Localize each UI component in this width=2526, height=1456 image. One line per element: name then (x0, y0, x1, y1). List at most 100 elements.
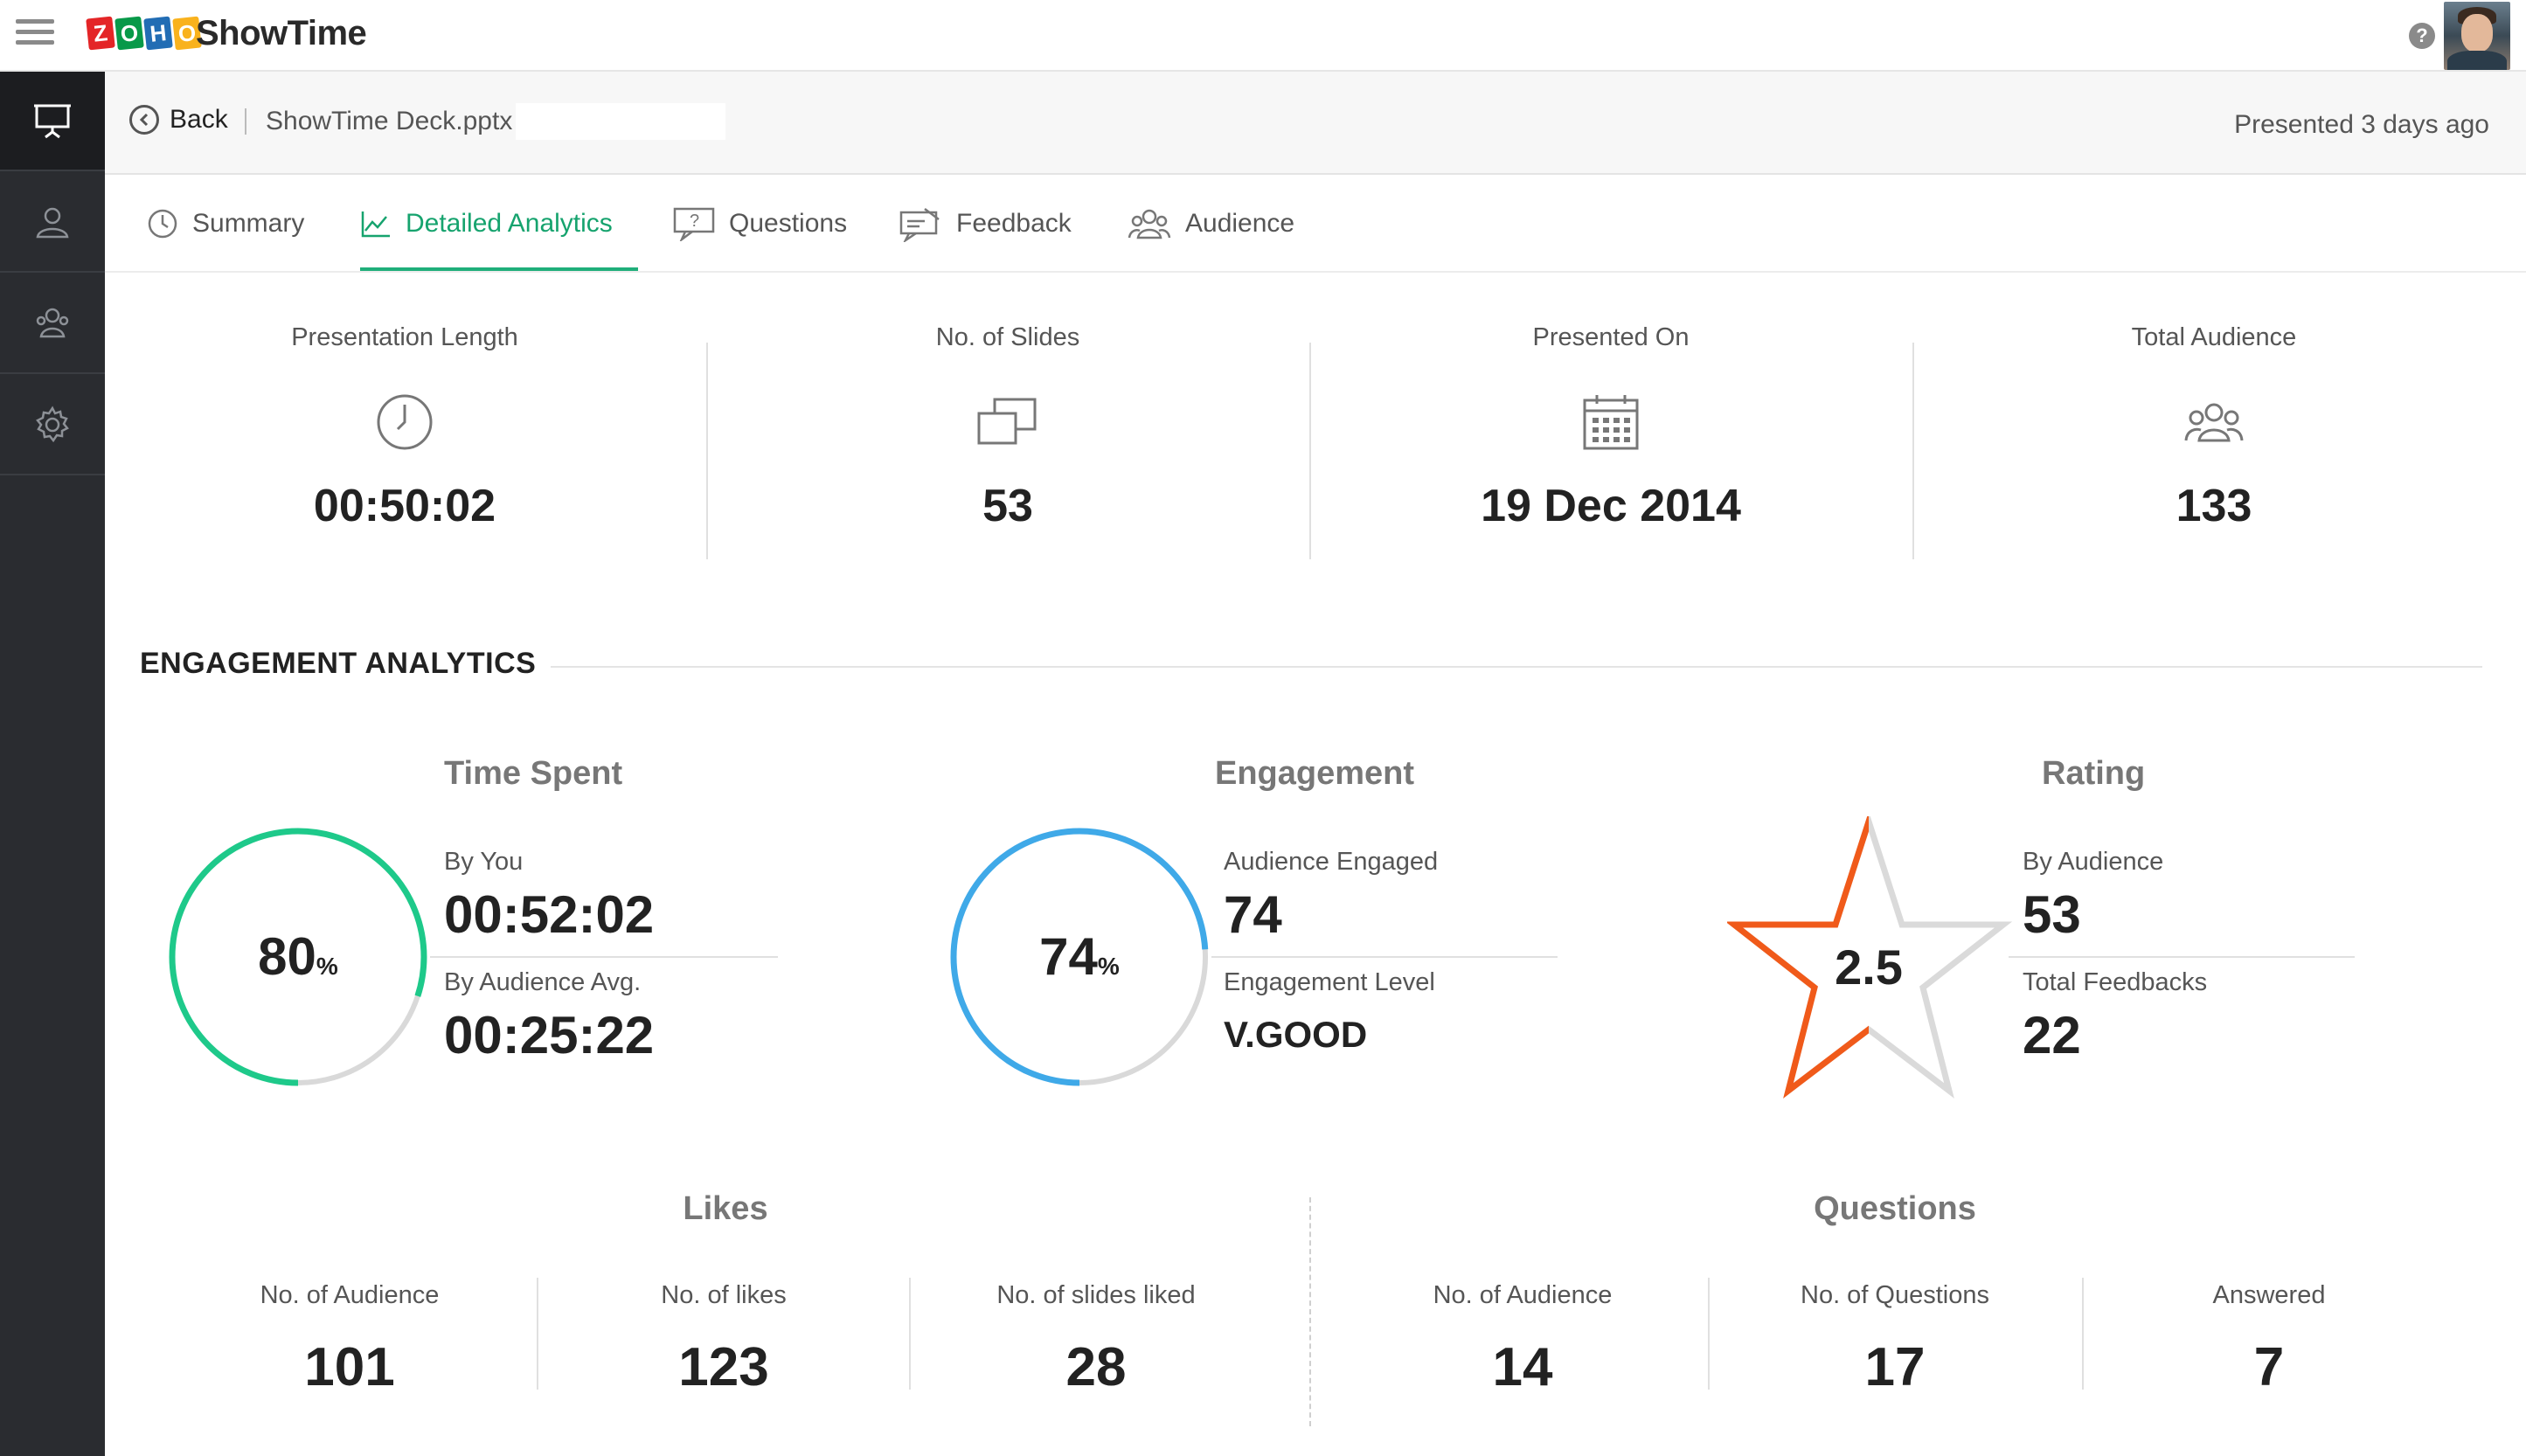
cell-label: No. of Audience (1433, 1281, 1613, 1309)
cell-label: Answered (2212, 1281, 2326, 1309)
questions-title: Questions (1814, 1190, 1976, 1227)
cell-label: No. of Audience (260, 1281, 440, 1309)
sidebar-item-settings[interactable] (0, 376, 105, 475)
user-icon (36, 207, 69, 239)
tab-audience[interactable]: Audience (1128, 206, 1294, 241)
panel-title: Time Spent (444, 755, 623, 792)
stat-value: 00:50:02 (313, 481, 496, 531)
presentation-board-icon (34, 104, 71, 139)
tab-detailed-analytics[interactable]: Detailed Analytics (360, 206, 613, 241)
zoho-logo-letter: H (143, 16, 173, 51)
zoho-logo-letter: O (115, 16, 144, 51)
cell-label: No. of likes (661, 1281, 787, 1309)
presentation-header: Back ShowTime Deck.pptx Presented 3 days… (105, 72, 2526, 175)
stat-slide-count: No. of Slides 53 (706, 323, 1309, 532)
tab-label: Detailed Analytics (406, 209, 613, 238)
app-name: ShowTime (196, 14, 367, 52)
cell-divider (1708, 1278, 1710, 1390)
clock-icon (377, 394, 433, 450)
sidebar-item-user[interactable] (0, 173, 105, 273)
slides-liked-cell: No. of slides liked 28 (913, 1281, 1280, 1398)
calendar-icon (1583, 395, 1639, 450)
engagement-level-label: Engagement Level (1224, 968, 1435, 996)
top-bar: Z O H O ShowTime ? (0, 0, 2526, 72)
cell-value: 17 (1864, 1337, 1926, 1397)
rating-value: 2.5 (1835, 939, 1903, 995)
questions-audience-cell: No. of Audience 14 (1339, 1281, 1706, 1398)
file-name: ShowTime Deck.pptx (266, 107, 513, 135)
cell-label: No. of Questions (1801, 1281, 1989, 1309)
cell-value: 28 (1065, 1337, 1127, 1397)
likes-count-cell: No. of likes 123 (540, 1281, 907, 1398)
presented-ago: Presented 3 days ago (2234, 110, 2489, 139)
stat-presented-on: Presented On 19 Dec 2014 (1309, 323, 1912, 532)
likes-questions-divider (1309, 1197, 1311, 1426)
total-feedbacks-label: Total Feedbacks (2023, 968, 2208, 996)
stat-label: Presentation Length (291, 323, 518, 351)
audience-engaged-label: Audience Engaged (1224, 848, 1439, 876)
svg-text:?: ? (690, 211, 699, 231)
help-icon[interactable]: ? (2409, 23, 2435, 49)
engagement-level-value: V.GOOD (1224, 1014, 1368, 1055)
avatar[interactable] (2444, 2, 2510, 70)
audience-avg-label: By Audience Avg. (444, 968, 642, 996)
percent-value: 74 (1039, 927, 1098, 986)
stat-value: 53 (982, 481, 1033, 531)
tab-questions[interactable]: ? Questions (673, 206, 847, 241)
audience-icon (2184, 403, 2244, 442)
audience-engaged-value: 74 (1224, 885, 1282, 944)
gear-icon (36, 406, 69, 443)
left-sidebar (0, 72, 105, 1456)
slides-icon (977, 398, 1037, 445)
likes-audience-cell: No. of Audience 101 (166, 1281, 533, 1398)
stat-label: No. of Slides (935, 323, 1080, 351)
stat-value: 133 (2176, 481, 2252, 531)
panel-title: Rating (2042, 755, 2146, 792)
stat-presentation-length: Presentation Length 00:50:02 (103, 323, 706, 532)
metric-rule (1211, 956, 1558, 958)
percent-value: 80 (258, 927, 316, 986)
cell-value: 7 (2253, 1337, 2285, 1397)
by-audience-label: By Audience (2023, 848, 2164, 876)
answered-cell: Answered 7 (2085, 1281, 2453, 1398)
engagement-percent: 74% (947, 926, 1211, 987)
redacted-field (516, 103, 725, 140)
zoho-logo-letter: Z (86, 16, 115, 51)
question-bubble-icon: ? (673, 207, 715, 241)
metric-rule (2009, 956, 2355, 958)
audience-avg-value: 00:25:22 (444, 1006, 655, 1064)
tab-summary[interactable]: Summary (147, 206, 304, 241)
zoho-logo: Z O H O (86, 16, 203, 56)
feedback-icon (899, 208, 940, 242)
sidebar-item-audience[interactable] (0, 274, 105, 374)
hamburger-menu-icon[interactable] (16, 19, 54, 49)
header-separator (245, 108, 246, 135)
metric-rule (430, 956, 778, 958)
time-spent-percent: 80% (166, 926, 430, 987)
section-rule (551, 666, 2482, 668)
sidebar-item-presentations[interactable] (0, 72, 105, 171)
tab-label: Questions (729, 209, 848, 238)
likes-title: Likes (683, 1190, 768, 1227)
stat-value: 19 Dec 2014 (1481, 481, 1741, 531)
by-you-label: By You (444, 848, 524, 876)
by-audience-value: 53 (2023, 885, 2081, 944)
tab-label: Audience (1185, 209, 1295, 238)
group-icon (36, 308, 69, 338)
cell-value: 14 (1492, 1337, 1553, 1397)
tab-label: Feedback (956, 209, 1072, 238)
back-button[interactable]: Back (129, 105, 228, 135)
stat-label: Presented On (1532, 323, 1690, 351)
cell-divider (909, 1278, 911, 1390)
back-arrow-icon (129, 105, 159, 135)
percent-unit: % (1097, 953, 1120, 980)
by-you-value: 00:52:02 (444, 885, 655, 944)
cell-divider (2082, 1278, 2084, 1390)
stat-total-audience: Total Audience 133 (1912, 323, 2516, 532)
cell-value: 123 (678, 1337, 769, 1397)
active-tab-indicator (360, 267, 638, 271)
cell-value: 101 (304, 1337, 395, 1397)
questions-count-cell: No. of Questions 17 (1711, 1281, 2078, 1398)
analytics-tabs: Summary Detailed Analytics ? Questions F… (105, 175, 2526, 273)
tab-feedback[interactable]: Feedback (899, 206, 1072, 242)
